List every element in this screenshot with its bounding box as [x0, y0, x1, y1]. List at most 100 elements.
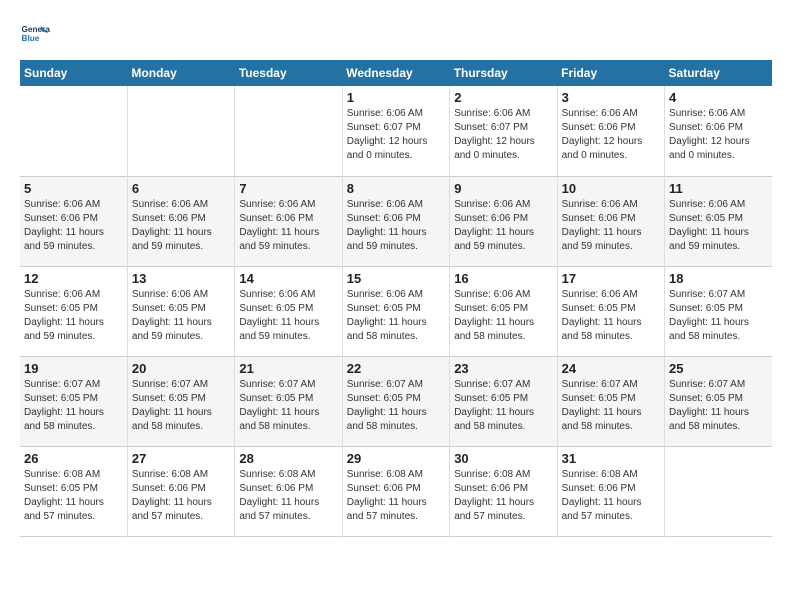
day-info: Sunrise: 6:06 AM Sunset: 6:06 PM Dayligh…	[562, 198, 660, 254]
calendar-cell: 8 Sunrise: 6:06 AM Sunset: 6:06 PM Daylig…	[342, 176, 449, 266]
calendar-week-2: 5 Sunrise: 6:06 AM Sunset: 6:06 PM Daylig…	[20, 176, 772, 266]
day-number: 4	[669, 90, 768, 105]
day-number: 22	[347, 361, 445, 376]
calendar-cell: 18 Sunrise: 6:07 AM Sunset: 6:05 PM Dayli…	[665, 266, 772, 356]
calendar-week-3: 12Sunrise: 6:06 AM Sunset: 6:05 PM Dayli…	[20, 266, 772, 356]
day-info: Sunrise: 6:07 AM Sunset: 6:05 PM Dayligh…	[562, 378, 660, 434]
calendar-cell: 24 Sunrise: 6:07 AM Sunset: 6:05 PM Dayli…	[557, 356, 664, 446]
calendar-cell: 5 Sunrise: 6:06 AM Sunset: 6:06 PM Daylig…	[20, 176, 127, 266]
weekday-header-tuesday: Tuesday	[235, 60, 342, 86]
calendar-cell: 10 Sunrise: 6:06 AM Sunset: 6:06 PM Dayli…	[557, 176, 664, 266]
day-info: Sunrise: 6:07 AM Sunset: 6:05 PM Dayligh…	[347, 378, 445, 434]
day-info: Sunrise: 6:07 AM Sunset: 6:05 PM Dayligh…	[239, 378, 337, 434]
calendar-cell: 25 Sunrise: 6:07 AM Sunset: 6:05 PM Dayli…	[665, 356, 772, 446]
weekday-header-friday: Friday	[557, 60, 664, 86]
day-number: 29	[347, 451, 445, 466]
day-number: 2	[454, 90, 552, 105]
day-info: Sunrise: 6:06 AM Sunset: 6:05 PM Dayligh…	[24, 288, 123, 344]
calendar-cell: 13 Sunrise: 6:06 AM Sunset: 6:05 PM Dayli…	[127, 266, 234, 356]
weekday-header-monday: Monday	[127, 60, 234, 86]
calendar-cell: 19 Sunrise: 6:07 AM Sunset: 6:05 PM Dayli…	[20, 356, 127, 446]
calendar-cell: 4 Sunrise: 6:06 AM Sunset: 6:06 PM Daylig…	[665, 86, 772, 176]
calendar-cell: 11 Sunrise: 6:06 AM Sunset: 6:05 PM Dayli…	[665, 176, 772, 266]
calendar-week-1: 1 Sunrise: 6:06 AM Sunset: 6:07 PM Daylig…	[20, 86, 772, 176]
svg-text:General: General	[22, 25, 51, 34]
calendar-cell: 27 Sunrise: 6:08 AM Sunset: 6:06 PM Dayli…	[127, 446, 234, 536]
day-info: Sunrise: 6:06 AM Sunset: 6:06 PM Dayligh…	[132, 198, 230, 254]
day-info: Sunrise: 6:06 AM Sunset: 6:06 PM Dayligh…	[454, 198, 552, 254]
calendar-cell	[20, 86, 127, 176]
day-info: Sunrise: 6:06 AM Sunset: 6:06 PM Dayligh…	[562, 107, 660, 163]
day-number: 10	[562, 181, 660, 196]
calendar-table: SundayMondayTuesdayWednesdayThursdayFrid…	[20, 60, 772, 537]
day-number: 17	[562, 271, 660, 286]
calendar-cell	[127, 86, 234, 176]
calendar-cell: 12Sunrise: 6:06 AM Sunset: 6:05 PM Dayli…	[20, 266, 127, 356]
day-info: Sunrise: 6:06 AM Sunset: 6:06 PM Dayligh…	[669, 107, 768, 163]
calendar-cell: 1 Sunrise: 6:06 AM Sunset: 6:07 PM Daylig…	[342, 86, 449, 176]
calendar-cell: 7 Sunrise: 6:06 AM Sunset: 6:06 PM Daylig…	[235, 176, 342, 266]
day-number: 25	[669, 361, 768, 376]
weekday-header-saturday: Saturday	[665, 60, 772, 86]
day-number: 9	[454, 181, 552, 196]
day-number: 6	[132, 181, 230, 196]
calendar-week-4: 19 Sunrise: 6:07 AM Sunset: 6:05 PM Dayli…	[20, 356, 772, 446]
day-info: Sunrise: 6:06 AM Sunset: 6:06 PM Dayligh…	[239, 198, 337, 254]
day-number: 5	[24, 181, 123, 196]
calendar-cell: 6 Sunrise: 6:06 AM Sunset: 6:06 PM Daylig…	[127, 176, 234, 266]
weekday-header-thursday: Thursday	[450, 60, 557, 86]
day-number: 13	[132, 271, 230, 286]
logo-icon: General Blue	[20, 20, 50, 50]
day-number: 14	[239, 271, 337, 286]
day-info: Sunrise: 6:06 AM Sunset: 6:06 PM Dayligh…	[24, 198, 123, 254]
calendar-cell: 17Sunrise: 6:06 AM Sunset: 6:05 PM Dayli…	[557, 266, 664, 356]
day-number: 16	[454, 271, 552, 286]
day-info: Sunrise: 6:08 AM Sunset: 6:06 PM Dayligh…	[132, 468, 230, 524]
calendar-cell: 23 Sunrise: 6:07 AM Sunset: 6:05 PM Dayli…	[450, 356, 557, 446]
day-info: Sunrise: 6:06 AM Sunset: 6:07 PM Dayligh…	[347, 107, 445, 163]
calendar-cell: 26 Sunrise: 6:08 AM Sunset: 6:05 PM Dayli…	[20, 446, 127, 536]
day-number: 26	[24, 451, 123, 466]
day-number: 27	[132, 451, 230, 466]
day-info: Sunrise: 6:06 AM Sunset: 6:05 PM Dayligh…	[239, 288, 337, 344]
calendar-cell: 29 Sunrise: 6:08 AM Sunset: 6:06 PM Dayli…	[342, 446, 449, 536]
calendar-cell: 14 Sunrise: 6:06 AM Sunset: 6:05 PM Dayli…	[235, 266, 342, 356]
day-info: Sunrise: 6:07 AM Sunset: 6:05 PM Dayligh…	[669, 378, 768, 434]
day-number: 24	[562, 361, 660, 376]
day-info: Sunrise: 6:08 AM Sunset: 6:06 PM Dayligh…	[347, 468, 445, 524]
day-number: 19	[24, 361, 123, 376]
calendar-cell: 20Sunrise: 6:07 AM Sunset: 6:05 PM Dayli…	[127, 356, 234, 446]
day-info: Sunrise: 6:06 AM Sunset: 6:05 PM Dayligh…	[669, 198, 768, 254]
day-info: Sunrise: 6:07 AM Sunset: 6:05 PM Dayligh…	[132, 378, 230, 434]
calendar-cell: 30Sunrise: 6:08 AM Sunset: 6:06 PM Dayli…	[450, 446, 557, 536]
page-header: General Blue	[20, 20, 772, 50]
day-number: 1	[347, 90, 445, 105]
calendar-cell: 2 Sunrise: 6:06 AM Sunset: 6:07 PM Daylig…	[450, 86, 557, 176]
day-info: Sunrise: 6:06 AM Sunset: 6:07 PM Dayligh…	[454, 107, 552, 163]
day-info: Sunrise: 6:06 AM Sunset: 6:05 PM Dayligh…	[132, 288, 230, 344]
day-info: Sunrise: 6:06 AM Sunset: 6:06 PM Dayligh…	[347, 198, 445, 254]
day-info: Sunrise: 6:08 AM Sunset: 6:05 PM Dayligh…	[24, 468, 123, 524]
day-info: Sunrise: 6:07 AM Sunset: 6:05 PM Dayligh…	[24, 378, 123, 434]
weekday-header-sunday: Sunday	[20, 60, 127, 86]
day-number: 11	[669, 181, 768, 196]
day-number: 21	[239, 361, 337, 376]
day-number: 31	[562, 451, 660, 466]
weekday-header-wednesday: Wednesday	[342, 60, 449, 86]
day-number: 18	[669, 271, 768, 286]
logo: General Blue	[20, 20, 54, 50]
day-info: Sunrise: 6:07 AM Sunset: 6:05 PM Dayligh…	[454, 378, 552, 434]
calendar-cell: 9 Sunrise: 6:06 AM Sunset: 6:06 PM Daylig…	[450, 176, 557, 266]
day-number: 8	[347, 181, 445, 196]
svg-text:Blue: Blue	[22, 34, 40, 43]
day-number: 15	[347, 271, 445, 286]
calendar-cell: 3Sunrise: 6:06 AM Sunset: 6:06 PM Daylig…	[557, 86, 664, 176]
day-info: Sunrise: 6:08 AM Sunset: 6:06 PM Dayligh…	[239, 468, 337, 524]
day-info: Sunrise: 6:06 AM Sunset: 6:05 PM Dayligh…	[347, 288, 445, 344]
day-number: 23	[454, 361, 552, 376]
day-number: 7	[239, 181, 337, 196]
calendar-cell: 28Sunrise: 6:08 AM Sunset: 6:06 PM Dayli…	[235, 446, 342, 536]
calendar-header-row: SundayMondayTuesdayWednesdayThursdayFrid…	[20, 60, 772, 86]
calendar-cell: 21 Sunrise: 6:07 AM Sunset: 6:05 PM Dayli…	[235, 356, 342, 446]
day-info: Sunrise: 6:07 AM Sunset: 6:05 PM Dayligh…	[669, 288, 768, 344]
